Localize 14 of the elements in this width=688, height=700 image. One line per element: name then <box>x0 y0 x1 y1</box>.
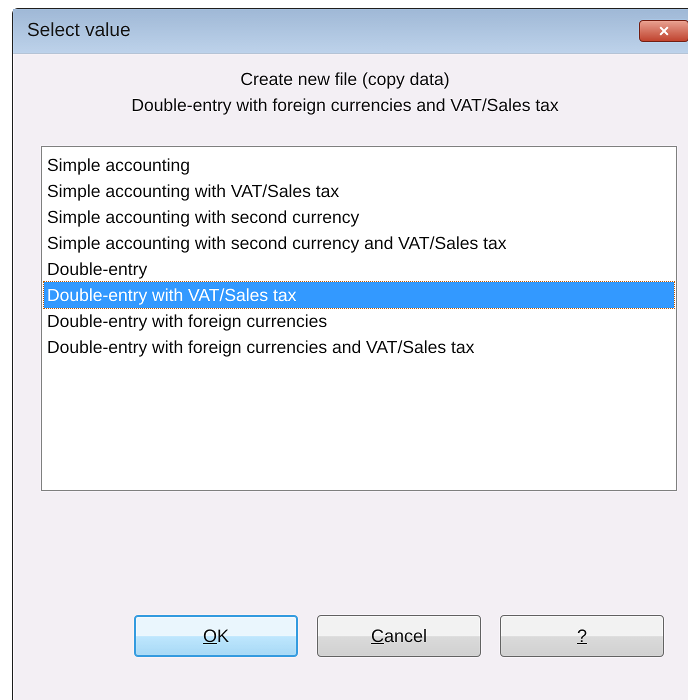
list-item[interactable]: Double-entry with foreign currencies and VAT/Sales tax <box>44 334 674 360</box>
header-text: Create new file (copy data) <box>239 68 451 91</box>
list-box[interactable] <box>41 146 677 491</box>
list-item[interactable]: Simple accounting with VAT/Sales tax <box>44 178 674 204</box>
dialog-button[interactable]: Cancel <box>317 615 481 657</box>
list-item[interactable]: Double-entry with foreign currencies <box>44 308 674 334</box>
list-item[interactable]: Double-entry <box>44 256 674 282</box>
list-item[interactable]: Simple accounting with second currency and VAT/Sales tax <box>44 230 674 256</box>
header-text: Double-entry with foreign currencies and VAT/Sales tax <box>130 94 560 117</box>
list-item[interactable]: Simple accounting <box>44 152 674 178</box>
dialog-button[interactable]: ? <box>500 615 664 657</box>
window-title: Select value <box>27 18 131 43</box>
dialog-button[interactable]: OK <box>134 615 298 657</box>
list-item[interactable]: Simple accounting with second currency <box>44 204 674 230</box>
